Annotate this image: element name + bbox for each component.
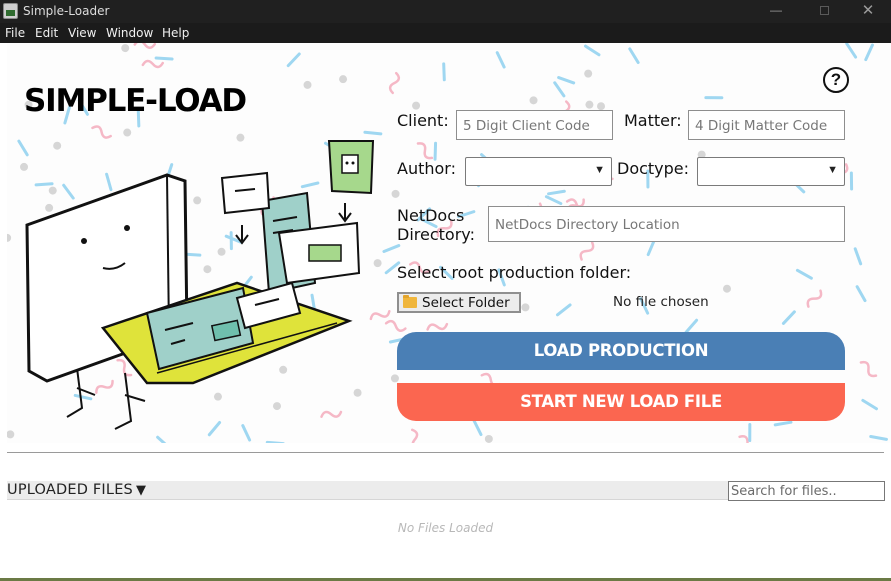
doctype-label: Doctype: (617, 159, 690, 178)
confetti-shape (597, 102, 606, 111)
uploaded-files-toggle[interactable]: UPLOADED FILES ▼ (7, 482, 146, 498)
confetti-shape (585, 100, 594, 109)
uploaded-files-title: UPLOADED FILES (7, 482, 133, 498)
netdocs-directory-field[interactable]: NetDocs Directory Location (488, 206, 845, 242)
menu-window[interactable]: Window (106, 26, 153, 40)
confetti-shape (773, 420, 793, 427)
main-panel: SIMPLE-LOAD ? Client: 5 Digit Client Cod… (7, 43, 891, 443)
confetti-shape (412, 101, 421, 110)
author-label: Author: (397, 159, 456, 178)
confetti-shape (795, 268, 813, 280)
confetti-shape (547, 189, 566, 196)
confetti-shape (154, 56, 174, 61)
folder-icon (403, 295, 417, 308)
confetti-shape (806, 289, 823, 308)
maximize-button[interactable] (801, 0, 847, 23)
confetti-shape (869, 434, 888, 441)
netdocs-label-line2: Directory: (397, 225, 475, 244)
empty-files-message: No Files Loaded (397, 521, 494, 535)
chevron-down-icon: ▼ (594, 164, 605, 176)
confetti-shape (388, 71, 401, 95)
document-loading-illustration (25, 140, 375, 430)
help-icon[interactable]: ? (823, 67, 849, 93)
confetti-shape (555, 303, 572, 317)
confetti-shape (410, 428, 419, 443)
confetti-shape (141, 59, 165, 69)
menu-view[interactable]: View (68, 26, 96, 40)
divider (7, 452, 884, 453)
confetti-shape (303, 80, 312, 89)
app-icon (3, 3, 18, 19)
confetti-shape (529, 96, 538, 105)
author-select[interactable]: ▼ (465, 157, 612, 186)
confetti-shape (384, 319, 407, 332)
confetti-shape (584, 44, 601, 57)
confetti-shape (738, 434, 757, 443)
confetti-shape (521, 303, 530, 312)
minimize-button[interactable]: — (753, 0, 799, 23)
confetti-shape (853, 247, 863, 266)
confetti-shape (484, 434, 493, 443)
netdocs-label-line1: NetDocs (397, 206, 465, 225)
close-button[interactable]: ✕ (845, 0, 891, 23)
matter-label: Matter: (624, 111, 682, 130)
search-files-input[interactable]: Search for files.. (728, 481, 885, 501)
app-logo: SIMPLE-LOAD (24, 83, 247, 119)
confetti-shape (855, 285, 867, 303)
confetti-shape (781, 310, 796, 325)
confetti-shape (861, 398, 878, 411)
confetti-shape (845, 43, 858, 59)
caret-down-icon: ▼ (135, 483, 147, 498)
confetti-shape (579, 241, 595, 261)
confetti-shape (286, 52, 301, 68)
client-code-field[interactable]: 5 Digit Client Code (456, 110, 613, 140)
client-label: Client: (397, 111, 449, 130)
chevron-down-icon: ▼ (827, 164, 838, 176)
confetti-shape (722, 284, 731, 293)
menu-help[interactable]: Help (162, 26, 189, 40)
confetti-shape (339, 75, 348, 84)
confetti-shape (864, 43, 874, 62)
confetti-shape (584, 69, 593, 78)
confetti-shape (416, 142, 434, 160)
confetti-shape (553, 81, 566, 98)
confetti-shape (646, 238, 656, 257)
window-titlebar: Simple-Loader — ✕ (0, 0, 891, 23)
confetti-shape (433, 141, 438, 161)
load-production-button[interactable]: LOAD PRODUCTION (397, 332, 845, 370)
menu-file[interactable]: File (5, 26, 25, 40)
confetti-shape (133, 43, 157, 50)
confetti-shape (426, 322, 449, 331)
matter-code-field[interactable]: 4 Digit Matter Code (688, 110, 845, 140)
maximize-icon (819, 6, 829, 16)
doctype-select[interactable]: ▼ (697, 157, 845, 186)
confetti-shape (557, 76, 576, 85)
uploaded-files-header: UPLOADED FILES ▼ Search for files.. (7, 481, 885, 501)
select-folder-label: Select Folder (422, 295, 510, 311)
file-status: No file chosen (613, 294, 709, 310)
confetti-shape (472, 418, 483, 437)
start-new-load-file-button[interactable]: START NEW LOAD FILE (397, 383, 845, 421)
menu-edit[interactable]: Edit (35, 26, 58, 40)
confetti-shape (390, 374, 399, 383)
confetti-shape (859, 360, 878, 378)
confetti-shape (628, 47, 640, 64)
confetti-shape (684, 318, 699, 334)
confetti-shape (391, 189, 400, 198)
confetti-shape (495, 51, 506, 69)
confetti-shape (544, 195, 563, 206)
confetti-shape (121, 44, 130, 53)
root-folder-label: Select root production folder: (397, 263, 632, 282)
window-title: Simple-Loader (23, 4, 110, 18)
confetti-shape (442, 62, 446, 82)
select-folder-button[interactable]: Select Folder (397, 292, 521, 313)
menu-bar: File Edit View Window Help (0, 23, 891, 43)
